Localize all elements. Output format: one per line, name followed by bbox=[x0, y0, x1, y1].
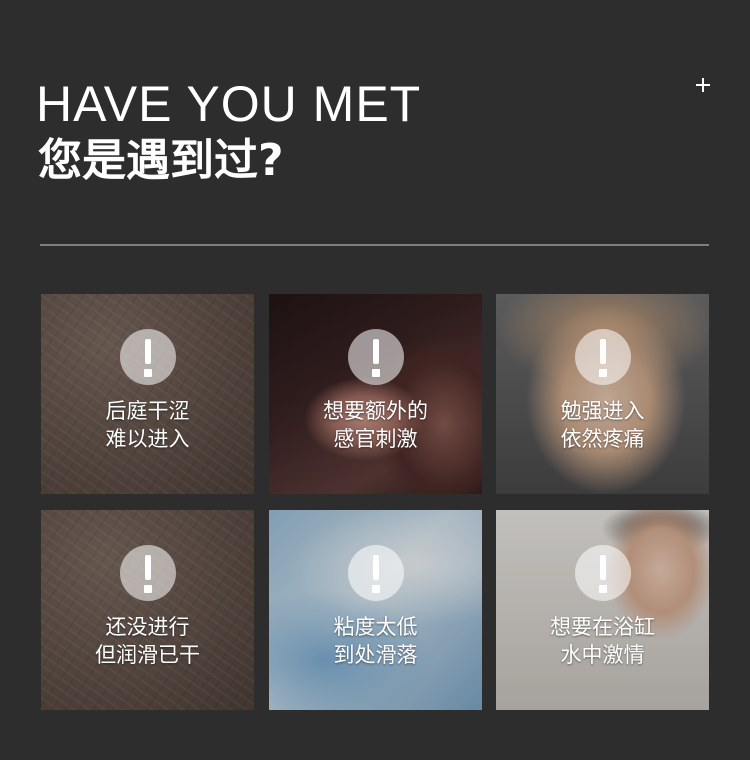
problem-card-pain: 勉强进入 依然疼痛 bbox=[496, 294, 709, 494]
section-divider bbox=[40, 244, 709, 246]
exclamation-icon bbox=[574, 329, 631, 385]
card-caption-line2: 难以进入 bbox=[105, 427, 190, 451]
problem-card-stimulation: 想要额外的 感官刺激 bbox=[269, 294, 482, 494]
problem-card-bath: 想要在浴缸 水中激情 bbox=[496, 510, 709, 710]
card-caption: 粘度太低 到处滑落 bbox=[269, 613, 482, 669]
card-caption-line1: 想要额外的 bbox=[323, 399, 428, 423]
card-caption-line1: 想要在浴缸 bbox=[550, 615, 655, 639]
card-caption-line2: 水中激情 bbox=[560, 643, 645, 667]
card-caption: 想要在浴缸 水中激情 bbox=[496, 613, 709, 669]
exclamation-icon bbox=[347, 329, 404, 385]
card-caption: 想要额外的 感官刺激 bbox=[269, 397, 482, 453]
problem-card-dried-out: 还没进行 但润滑已干 bbox=[41, 510, 254, 710]
exclamation-icon bbox=[119, 329, 176, 385]
card-caption-line1: 还没进行 bbox=[105, 615, 190, 639]
plus-icon[interactable] bbox=[696, 78, 710, 92]
title-chinese: 您是遇到过? bbox=[38, 135, 284, 186]
problem-grid: 后庭干涩 难以进入 想要额外的 感官刺激 勉强进入 依然疼痛 还没进行 但润滑已… bbox=[41, 294, 709, 710]
card-caption-line2: 但润滑已干 bbox=[95, 643, 200, 667]
card-caption: 还没进行 但润滑已干 bbox=[41, 613, 254, 669]
card-caption-line1: 勉强进入 bbox=[560, 399, 645, 423]
card-caption-line1: 粘度太低 bbox=[333, 615, 418, 639]
card-caption-line1: 后庭干涩 bbox=[105, 399, 190, 423]
card-caption: 后庭干涩 难以进入 bbox=[41, 397, 254, 453]
card-caption: 勉强进入 依然疼痛 bbox=[496, 397, 709, 453]
exclamation-icon bbox=[347, 545, 404, 601]
exclamation-icon bbox=[574, 545, 631, 601]
problem-card-low-viscosity: 粘度太低 到处滑落 bbox=[269, 510, 482, 710]
card-caption-line2: 依然疼痛 bbox=[560, 427, 645, 451]
exclamation-icon bbox=[119, 545, 176, 601]
card-caption-line2: 到处滑落 bbox=[333, 643, 418, 667]
card-caption-line2: 感官刺激 bbox=[333, 427, 418, 451]
title-english: HAVE YOU MET bbox=[36, 76, 422, 132]
problem-card-dry: 后庭干涩 难以进入 bbox=[41, 294, 254, 494]
